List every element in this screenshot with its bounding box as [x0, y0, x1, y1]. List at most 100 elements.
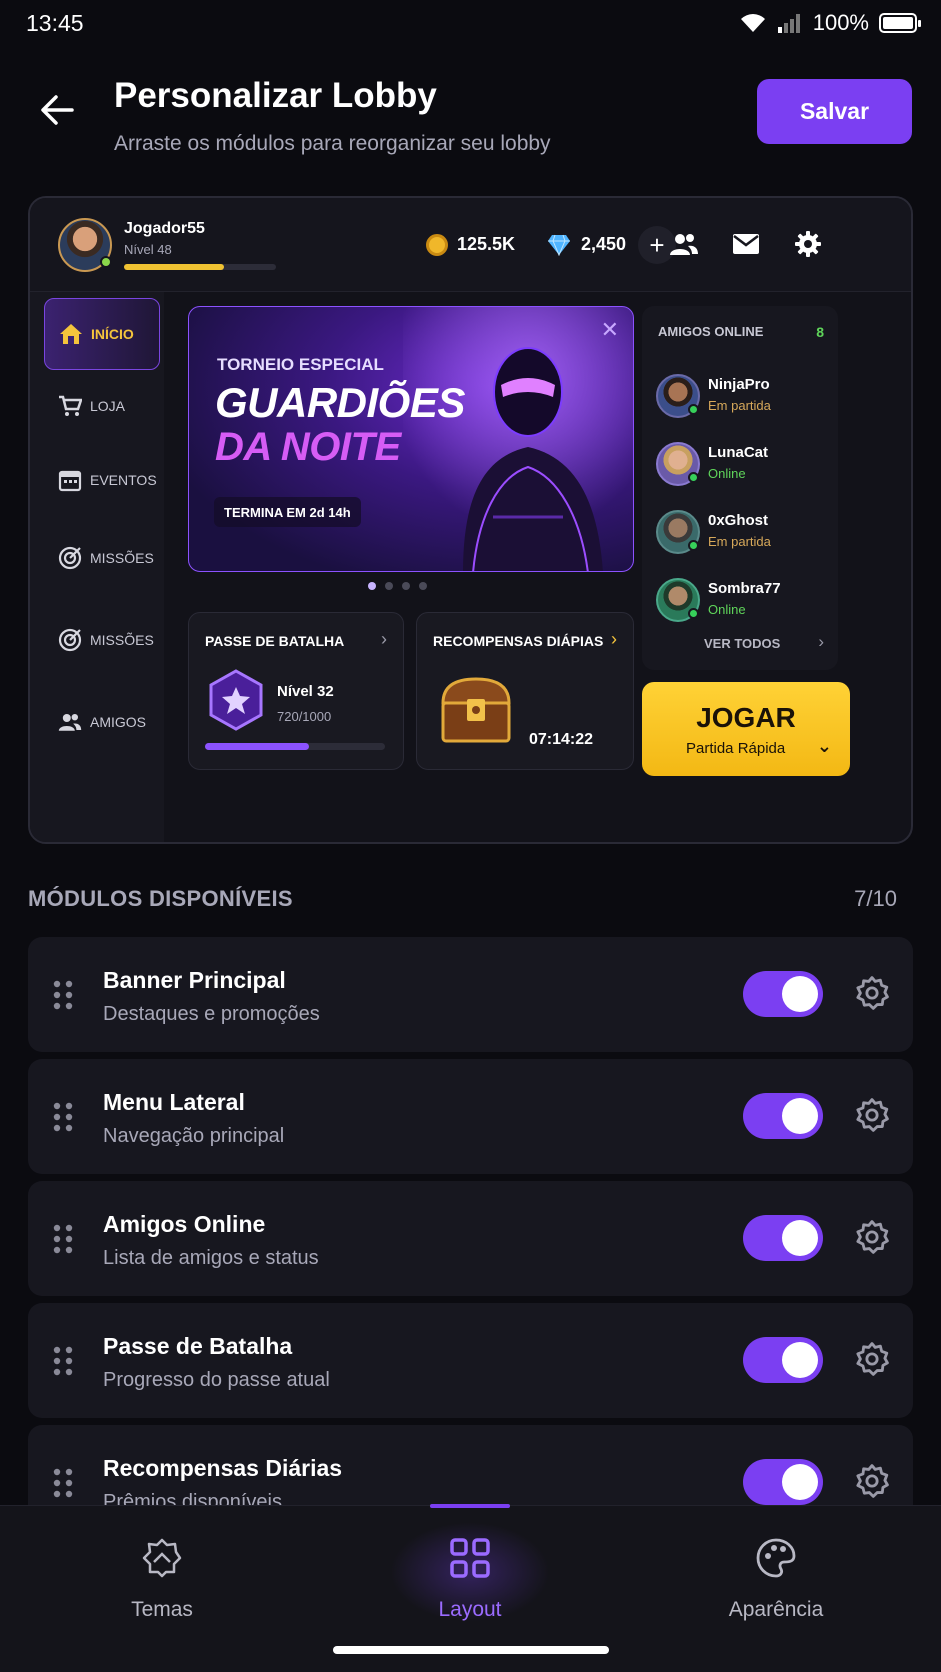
- mail-button[interactable]: [724, 222, 768, 266]
- toggle-knob: [782, 976, 818, 1012]
- toggle-knob: [782, 1220, 818, 1256]
- banner-close-icon[interactable]: ✕: [601, 317, 619, 343]
- friend-item[interactable]: NinjaPro Em partida: [656, 368, 836, 424]
- modules-list: Banner Principal Destaques e promoções M…: [28, 937, 913, 1507]
- module-toggle[interactable]: [743, 1459, 823, 1505]
- player-level: Nível 48: [124, 242, 172, 257]
- friends-panel-title: AMIGOS ONLINE: [658, 324, 764, 339]
- friend-status: Online: [708, 602, 746, 617]
- gear-icon[interactable]: [854, 975, 890, 1011]
- coin-balance: 125.5K: [457, 234, 516, 254]
- module-description: Lista de amigos e status: [103, 1247, 319, 1269]
- back-button[interactable]: [36, 88, 80, 132]
- battle-pass-xp: 720/1000: [277, 709, 332, 724]
- online-dot: [688, 472, 699, 483]
- modules-count: 7/10: [854, 886, 897, 911]
- friends-button[interactable]: [662, 222, 706, 266]
- gear-icon[interactable]: [854, 1463, 890, 1499]
- home-indicator: [333, 1646, 609, 1654]
- drag-handle-icon[interactable]: [52, 1467, 74, 1499]
- gear-icon[interactable]: [854, 1097, 890, 1133]
- module-card-banner-principal[interactable]: Banner Principal Destaques e promoções: [28, 937, 913, 1052]
- page-subtitle: Arraste os módulos para reorganizar seu …: [114, 132, 551, 155]
- player-xp-bar: [124, 264, 276, 270]
- calendar-icon: [58, 470, 82, 492]
- banner-pagination[interactable]: [368, 582, 427, 590]
- battle-pass-title: PASSE DE BATALHA: [205, 633, 345, 649]
- friend-item[interactable]: Sombra77 Online: [656, 572, 836, 628]
- player-name: Jogador55: [124, 220, 205, 237]
- side-menu-label: LOJA: [90, 398, 126, 414]
- daily-rewards-card[interactable]: RECOMPENSAS DIÁPIAS › 07:14:22: [416, 612, 634, 770]
- banner-kicker: TORNEIO ESPECIAL: [217, 355, 384, 374]
- hero-character-image: [403, 307, 633, 571]
- grid-icon: [450, 1538, 490, 1578]
- gem-icon: [548, 234, 570, 256]
- play-label: JOGAR: [696, 702, 796, 733]
- battery-percent: 100%: [812, 10, 869, 35]
- module-name: Banner Principal: [103, 967, 286, 993]
- nav-label: Temas: [131, 1598, 193, 1621]
- module-card-recompensas-diarias[interactable]: Recompensas Diárias Prêmios disponíveis: [28, 1425, 913, 1507]
- module-card-menu-lateral[interactable]: Menu Lateral Navegação principal: [28, 1059, 913, 1174]
- chevron-down-icon[interactable]: ⌄: [817, 736, 832, 757]
- battery-icon: [879, 13, 921, 33]
- play-button[interactable]: JOGAR Partida Rápida ⌄: [642, 682, 850, 776]
- online-dot: [688, 540, 699, 551]
- side-menu-item-amigos[interactable]: AMIGOS: [44, 686, 160, 758]
- friend-status: Em partida: [708, 534, 771, 549]
- drag-handle-icon[interactable]: [52, 1101, 74, 1133]
- save-button[interactable]: Salvar: [757, 79, 912, 144]
- target-icon: [58, 546, 82, 570]
- pagination-dot[interactable]: [385, 582, 393, 590]
- friend-avatar: [656, 442, 700, 486]
- drag-handle-icon[interactable]: [52, 1345, 74, 1377]
- daily-rewards-timer: 07:14:22: [529, 731, 594, 748]
- cart-icon: [59, 395, 82, 416]
- player-avatar[interactable]: [58, 218, 112, 272]
- module-toggle[interactable]: [743, 1093, 823, 1139]
- pagination-dot[interactable]: [402, 582, 410, 590]
- modules-section-title: MÓDULOS DISPONÍVEIS: [28, 886, 293, 911]
- side-menu-label: EVENTOS: [90, 472, 157, 488]
- friend-item[interactable]: LunaCat Online: [656, 436, 836, 492]
- module-card-amigos-online[interactable]: Amigos Online Lista de amigos e status: [28, 1181, 913, 1296]
- pagination-dot[interactable]: [419, 582, 427, 590]
- play-mode: Partida Rápida: [686, 740, 786, 757]
- chevron-right-icon: ›: [818, 632, 824, 651]
- side-menu-item-inicio[interactable]: INÍCIO: [44, 298, 160, 370]
- nav-tab-layout[interactable]: Layout: [380, 1504, 560, 1632]
- module-name: Amigos Online: [103, 1211, 266, 1237]
- toggle-knob: [782, 1342, 818, 1378]
- pagination-dot[interactable]: [368, 582, 376, 590]
- friend-avatar: [656, 578, 700, 622]
- gear-icon[interactable]: [854, 1219, 890, 1255]
- side-menu-item-missoes[interactable]: MISSÕES: [44, 522, 160, 594]
- module-toggle[interactable]: [743, 1337, 823, 1383]
- home-icon: [60, 324, 82, 344]
- side-menu-item-eventos[interactable]: EVENTOS: [44, 444, 160, 516]
- module-toggle[interactable]: [743, 1215, 823, 1261]
- nav-label: Layout: [438, 1598, 502, 1621]
- module-card-passe-de-batalha[interactable]: Passe de Batalha Progresso do passe atua…: [28, 1303, 913, 1418]
- battle-pass-card[interactable]: PASSE DE BATALHA › Nível 32 720/1000: [188, 612, 404, 770]
- side-menu-item-loja[interactable]: LOJA: [44, 370, 160, 442]
- battle-pass-progress-bar: [205, 743, 385, 750]
- drag-handle-icon[interactable]: [52, 979, 74, 1011]
- see-all-friends-link[interactable]: VER TODOS: [704, 636, 780, 651]
- gem-balance: 2,450: [581, 234, 627, 254]
- drag-handle-icon[interactable]: [52, 1223, 74, 1255]
- toggle-knob: [782, 1464, 818, 1500]
- event-banner[interactable]: ✕ TORNEIO ESPECIAL GUARDIÕES DA NOITE TE…: [188, 306, 634, 572]
- side-menu-item-missoes[interactable]: MISSÕES: [44, 604, 160, 676]
- settings-button[interactable]: [786, 222, 830, 266]
- side-menu: INÍCIO LOJA EVENTOS MISSÕES MISSÕES AMIG…: [30, 292, 164, 842]
- module-toggle[interactable]: [743, 971, 823, 1017]
- page-title: Personalizar Lobby: [114, 76, 437, 115]
- nav-tab-aparencia[interactable]: Aparência: [686, 1522, 866, 1632]
- friend-item[interactable]: 0xGhost Em partida: [656, 504, 836, 560]
- daily-rewards-title: RECOMPENSAS DIÁPIAS: [433, 633, 604, 649]
- gear-icon[interactable]: [854, 1341, 890, 1377]
- nav-tab-temas[interactable]: Temas: [72, 1522, 252, 1632]
- side-menu-label: MISSÕES: [90, 550, 154, 566]
